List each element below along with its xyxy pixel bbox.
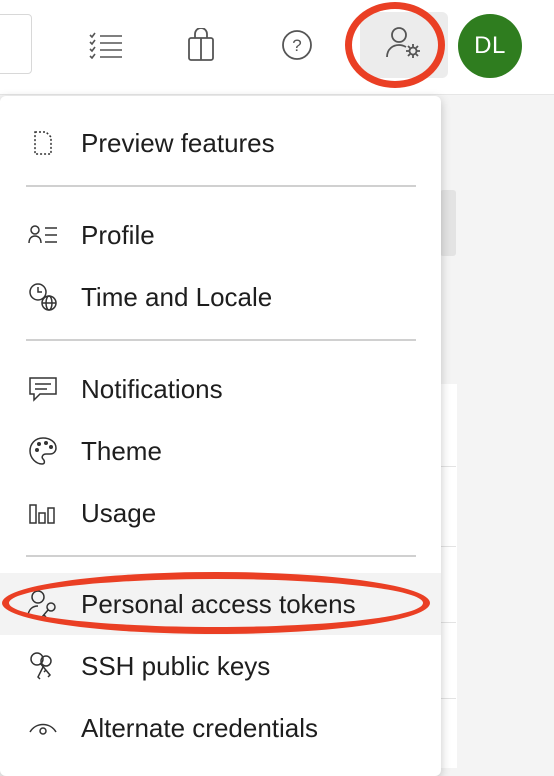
profile-icon (26, 218, 60, 252)
menu-item-alternate-credentials[interactable]: Alternate credentials (0, 697, 441, 759)
menu-divider (26, 555, 416, 557)
chat-icon (26, 372, 60, 406)
top-bar: ? DL (0, 0, 554, 95)
menu-item-personal-access-tokens[interactable]: Personal access tokens (0, 573, 441, 635)
menu-item-label: Preview features (81, 127, 275, 158)
menu-item-ssh-public-keys[interactable]: SSH public keys (0, 635, 441, 697)
menu-item-label: Notifications (81, 373, 223, 404)
user-settings-menu: Preview features Profile Time and Locale… (0, 96, 441, 776)
menu-item-label: Alternate credentials (81, 712, 319, 743)
eye-icon (26, 711, 60, 745)
person-key-icon (26, 587, 60, 621)
shopping-bag-icon[interactable] (181, 25, 221, 65)
menu-divider (26, 185, 416, 187)
menu-item-label: Theme (81, 435, 162, 466)
search-box[interactable] (0, 14, 32, 74)
menu-divider (26, 339, 416, 341)
background-divider (440, 698, 456, 699)
menu-item-time-and-locale[interactable]: Time and Locale (0, 266, 441, 328)
palette-icon (26, 434, 60, 468)
background-divider (440, 622, 456, 623)
menu-item-theme[interactable]: Theme (0, 420, 441, 482)
user-settings-button[interactable] (360, 12, 448, 78)
background-divider (440, 546, 456, 547)
menu-item-label: Profile (81, 219, 155, 250)
menu-item-label: SSH public keys (81, 650, 271, 681)
keys-icon (26, 649, 60, 683)
avatar-initials: DL (474, 32, 506, 59)
background-divider (440, 466, 456, 467)
usage-chart-icon (26, 496, 60, 530)
background-panel (440, 384, 457, 768)
svg-text:?: ? (292, 36, 301, 55)
user-settings-icon (385, 25, 423, 66)
background-card (440, 190, 456, 256)
help-icon[interactable]: ? (277, 25, 317, 65)
menu-item-preview-features[interactable]: Preview features (0, 112, 441, 174)
avatar[interactable]: DL (458, 14, 522, 78)
globe-clock-icon (26, 280, 60, 314)
menu-item-usage[interactable]: Usage (0, 482, 441, 544)
menu-item-label: Personal access tokens (81, 588, 356, 619)
menu-item-label: Usage (81, 497, 157, 528)
menu-item-notifications[interactable]: Notifications (0, 358, 441, 420)
preview-icon (26, 126, 60, 160)
list-icon[interactable] (86, 25, 126, 65)
menu-item-profile[interactable]: Profile (0, 204, 441, 266)
menu-item-label: Time and Locale (81, 281, 273, 312)
